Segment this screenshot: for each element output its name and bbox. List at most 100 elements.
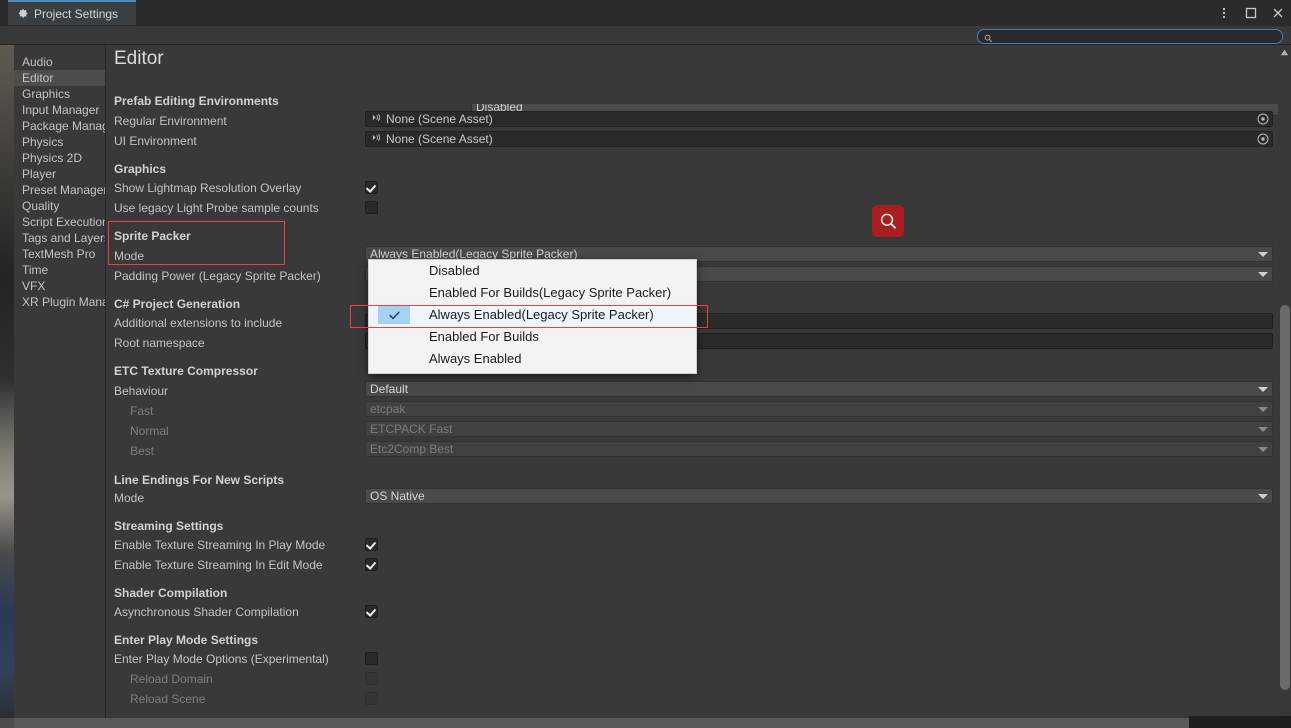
field-value: OS Native (370, 489, 425, 503)
field-value: None (Scene Asset) (386, 112, 493, 126)
dropdown-etc-behaviour[interactable]: Default (365, 381, 1273, 397)
section-header-sprite-packer: Sprite Packer (114, 229, 191, 243)
field-ui-environment[interactable]: None (Scene Asset) (365, 131, 1273, 147)
sidebar-item-label: TextMesh Pro (22, 247, 96, 261)
sidebar-item-vfx[interactable]: VFX (14, 278, 105, 294)
sidebar-item-audio[interactable]: Audio (14, 54, 105, 70)
checkbox-texture-streaming-edit-mode[interactable] (365, 558, 378, 571)
sidebar-item-time[interactable]: Time (14, 262, 105, 278)
sidebar-item-label: Physics (22, 135, 64, 149)
section-header-csharp-project-generation: C# Project Generation (114, 297, 241, 311)
chevron-down-icon (1258, 494, 1268, 499)
dropdown-option-label: Enabled For Builds (429, 329, 539, 344)
scroll-up-arrow-icon[interactable] (1279, 47, 1290, 58)
horizontal-scrollbar-track[interactable] (0, 718, 1291, 728)
sprite-packer-mode-dropdown-menu[interactable]: Disabled Enabled For Builds(Legacy Sprit… (368, 259, 697, 374)
checkbox-async-shader-compilation[interactable] (365, 605, 378, 618)
section-header-enter-play-mode: Enter Play Mode Settings (114, 633, 259, 647)
scene-asset-icon (371, 132, 382, 146)
sidebar-item-input-manager[interactable]: Input Manager (14, 102, 105, 118)
sidebar-item-tags-and-layers[interactable]: Tags and Layers (14, 230, 105, 246)
dropdown-line-endings-mode[interactable]: OS Native (365, 488, 1273, 504)
checkbox-reload-domain (365, 672, 378, 685)
label-enter-play-mode-options: Enter Play Mode Options (Experimental) (114, 652, 329, 666)
dropdown-option-enabled-for-builds-legacy[interactable]: Enabled For Builds(Legacy Sprite Packer) (369, 282, 696, 304)
scene-asset-icon (371, 112, 382, 126)
checkbox-show-lightmap-resolution-overlay[interactable] (365, 181, 378, 194)
checkbox-texture-streaming-play-mode[interactable] (365, 538, 378, 551)
field-value: Default (370, 382, 409, 396)
sidebar-item-editor[interactable]: Editor (14, 70, 105, 86)
sidebar-item-script-execution[interactable]: Script Execution (14, 214, 105, 230)
field-regular-environment[interactable]: None (Scene Asset) (365, 111, 1273, 127)
checkbox-enter-play-mode-options[interactable] (365, 652, 378, 665)
sidebar-item-label: Tags and Layers (22, 231, 105, 245)
label-etc-best: Best (130, 444, 155, 458)
kebab-menu-icon[interactable] (1217, 6, 1231, 20)
chevron-down-icon (1258, 427, 1268, 432)
maximize-icon[interactable] (1244, 6, 1258, 20)
sidebar-item-graphics[interactable]: Graphics (14, 86, 105, 102)
gear-icon (16, 7, 29, 20)
object-picker-icon[interactable] (1257, 133, 1269, 145)
dropdown-option-label: Enabled For Builds(Legacy Sprite Packer) (429, 285, 672, 300)
label-texture-streaming-play-mode: Enable Texture Streaming In Play Mode (114, 538, 326, 552)
tab-strip-empty (136, 0, 1291, 25)
chevron-down-icon (1258, 387, 1268, 392)
label-show-lightmap-resolution-overlay: Show Lightmap Resolution Overlay (114, 181, 302, 195)
sidebar-item-textmesh-pro[interactable]: TextMesh Pro (14, 246, 105, 262)
bottom-right-corner (1189, 716, 1291, 728)
chevron-down-icon (1258, 447, 1268, 452)
window-controls (1217, 0, 1285, 25)
sidebar-item-label: Package Manag (22, 119, 105, 133)
dropdown-option-enabled-for-builds[interactable]: Enabled For Builds (369, 326, 696, 348)
sidebar-item-xr-plugin-management[interactable]: XR Plugin Manag (14, 294, 105, 310)
label-reload-domain: Reload Domain (130, 672, 213, 686)
section-header-etc-texture-compressor: ETC Texture Compressor (114, 364, 258, 378)
label-use-legacy-light-probe-sample-counts: Use legacy Light Probe sample counts (114, 201, 319, 215)
sidebar-item-label: Script Execution (22, 215, 105, 229)
dropdown-option-disabled[interactable]: Disabled (369, 260, 696, 282)
field-value: ETCPACK Fast (370, 422, 453, 436)
checkmark-icon (378, 306, 410, 324)
label-sprite-packer-mode: Mode (114, 249, 145, 263)
sidebar-item-label: Preset Manager (22, 183, 105, 197)
sidebar-item-label: Audio (22, 55, 53, 69)
sidebar-item-quality[interactable]: Quality (14, 198, 105, 214)
label-root-namespace: Root namespace (114, 336, 205, 350)
sidebar-item-player[interactable]: Player (14, 166, 105, 182)
dropdown-option-always-enabled[interactable]: Always Enabled (369, 348, 696, 370)
label-regular-environment: Regular Environment (114, 114, 227, 128)
label-async-shader-compilation: Asynchronous Shader Compilation (114, 605, 299, 619)
field-value: etcpak (370, 402, 406, 416)
magnifier-icon (880, 213, 896, 229)
chevron-down-icon (1258, 407, 1268, 412)
section-header-line-endings: Line Endings For New Scripts (114, 473, 285, 487)
magnifier-annotation-button (872, 205, 904, 237)
search-input[interactable] (993, 30, 1282, 43)
section-header-shader-compilation: Shader Compilation (114, 586, 228, 600)
dropdown-option-label: Always Enabled (429, 351, 522, 366)
search-icon (984, 32, 993, 43)
settings-sidebar[interactable]: Audio Editor Graphics Input Manager Pack… (14, 45, 106, 728)
search-box[interactable] (977, 29, 1283, 44)
dropdown-etc-normal: ETCPACK Fast (365, 421, 1273, 437)
label-etc-behaviour: Behaviour (114, 384, 169, 398)
sidebar-item-label: VFX (22, 279, 46, 293)
dropdown-option-always-enabled-legacy[interactable]: Always Enabled(Legacy Sprite Packer) (369, 304, 696, 326)
sidebar-item-package-manager[interactable]: Package Manag (14, 118, 105, 134)
checkbox-use-legacy-light-probe-sample-counts[interactable] (365, 201, 378, 214)
sidebar-item-preset-manager[interactable]: Preset Manager (14, 182, 105, 198)
dropdown-etc-best: Etc2Comp Best (365, 441, 1273, 457)
close-icon[interactable] (1271, 6, 1285, 20)
settings-rows: Prefab Editing Environments Regular Envi… (106, 45, 1291, 728)
chevron-down-icon (1258, 252, 1268, 257)
vertical-scrollbar-thumb[interactable] (1280, 305, 1290, 690)
label-etc-fast: Fast (130, 404, 154, 418)
sidebar-item-physics-2d[interactable]: Physics 2D (14, 150, 105, 166)
tab-project-settings[interactable]: Project Settings (8, 0, 136, 25)
sidebar-item-label: Editor (22, 71, 54, 85)
horizontal-scrollbar-thumb[interactable] (14, 718, 1291, 728)
object-picker-icon[interactable] (1257, 113, 1269, 125)
sidebar-item-physics[interactable]: Physics (14, 134, 105, 150)
